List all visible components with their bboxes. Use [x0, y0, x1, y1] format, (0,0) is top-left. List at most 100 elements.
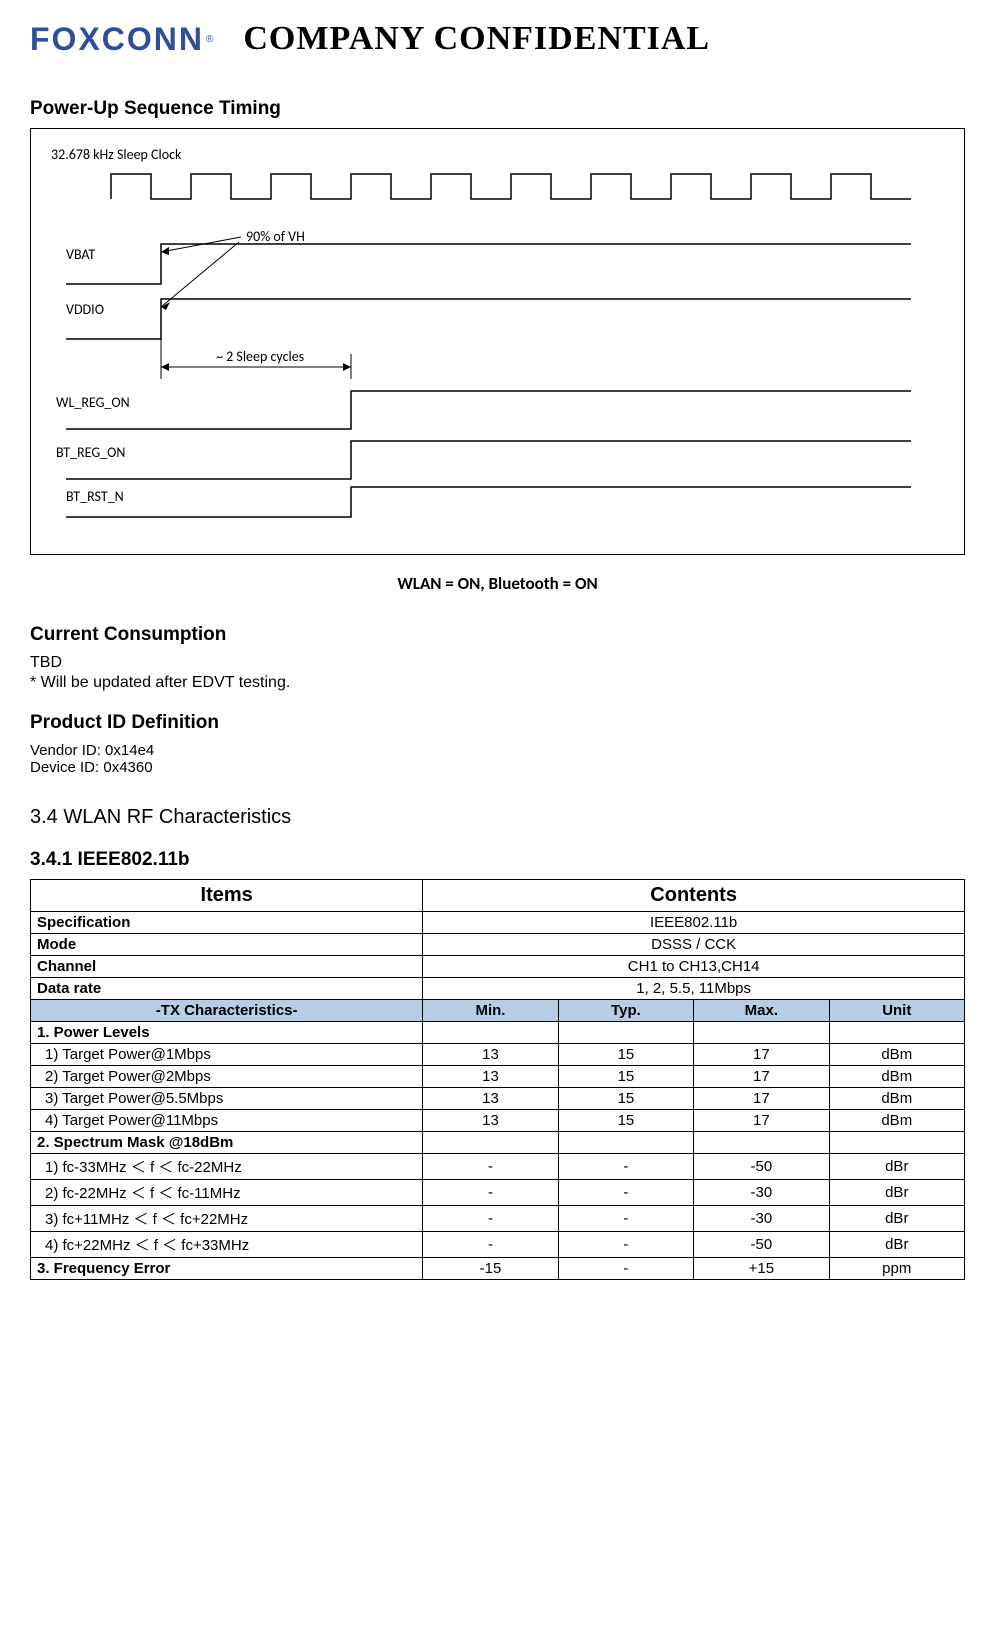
row-min: -: [423, 1232, 558, 1258]
table-group-heading: 1. Power Levels: [31, 1022, 965, 1044]
dim-sleep-leftarrow: [161, 363, 169, 371]
cell-value: CH1 to CH13,CH14: [423, 956, 965, 978]
cell-label: Channel: [31, 956, 423, 978]
btreg-wave: [66, 441, 911, 479]
vddio-wave: [66, 299, 911, 339]
tx-header-min: Min.: [423, 1000, 558, 1022]
table-row: Mode DSSS / CCK: [31, 934, 965, 956]
cell-label: Mode: [31, 934, 423, 956]
row-label: 1) Target Power@1Mbps: [31, 1044, 423, 1066]
wlreg-label: WL_REG_ON: [56, 394, 130, 411]
tx-header-label: -TX Characteristics-: [31, 1000, 423, 1022]
tx-header-row: -TX Characteristics- Min. Typ. Max. Unit: [31, 1000, 965, 1022]
row-label: 3) Target Power@5.5Mbps: [31, 1088, 423, 1110]
row-unit: dBm: [829, 1088, 964, 1110]
table-row: 4) fc+22MHz ＜ f ＜ fc+33MHz - - -50 dBr: [31, 1232, 965, 1258]
row-max: 17: [694, 1044, 829, 1066]
row-min: -: [423, 1180, 558, 1206]
table-group-heading: 2. Spectrum Mask @18dBm: [31, 1132, 965, 1154]
row-max: 17: [694, 1110, 829, 1132]
row-unit: dBr: [829, 1232, 964, 1258]
vddio-label: VDDIO: [66, 301, 104, 318]
row-unit: dBr: [829, 1154, 964, 1180]
row-typ: 15: [558, 1088, 693, 1110]
row-typ: -: [558, 1258, 693, 1280]
cell-value: IEEE802.11b: [423, 912, 965, 934]
current-note: * Will be updated after EDVT testing.: [30, 674, 965, 692]
row-min: 13: [423, 1110, 558, 1132]
table-row: 3. Frequency Error -15 - +15 ppm: [31, 1258, 965, 1280]
btrst-wave: [66, 487, 911, 517]
diagram-caption: WLAN = ON, Bluetooth = ON: [30, 573, 965, 594]
row-typ: 15: [558, 1044, 693, 1066]
row-typ: 15: [558, 1066, 693, 1088]
table-row: 1) fc-33MHz ＜ f ＜ fc-22MHz - - -50 dBr: [31, 1154, 965, 1180]
row-unit: dBm: [829, 1066, 964, 1088]
table-row: 3) fc+11MHz ＜ f ＜ fc+22MHz - - -30 dBr: [31, 1206, 965, 1232]
tx-header-typ: Typ.: [558, 1000, 693, 1022]
table-row: 1) Target Power@1Mbps 13 15 17 dBm: [31, 1044, 965, 1066]
table-row: Data rate 1, 2, 5.5, 11Mbps: [31, 978, 965, 1000]
section-powerup-title: Power-Up Sequence Timing: [30, 98, 965, 120]
row-unit: dBm: [829, 1044, 964, 1066]
tx-header-unit: Unit: [829, 1000, 964, 1022]
row-max: -50: [694, 1154, 829, 1180]
note-sleep: ~ 2 Sleep cycles: [216, 348, 304, 365]
table-row: 2) fc-22MHz ＜ f ＜ fc-11MHz - - -30 dBr: [31, 1180, 965, 1206]
row-label: 4) fc+22MHz ＜ f ＜ fc+33MHz: [31, 1232, 423, 1258]
vbat-wave: [66, 244, 911, 284]
btreg-label: BT_REG_ON: [56, 444, 125, 461]
row-min: 13: [423, 1066, 558, 1088]
section-product-title: Product ID Definition: [30, 712, 965, 734]
row-max: 17: [694, 1088, 829, 1110]
timing-diagram-svg: 32.678 kHz Sleep Clock VBAT 90% of VH VD…: [51, 139, 931, 519]
row-typ: -: [558, 1232, 693, 1258]
vendor-id: Vendor ID: 0x14e4: [30, 742, 965, 759]
cell-value: DSSS / CCK: [423, 934, 965, 956]
confidential-title: COMPANY CONFIDENTIAL: [243, 20, 710, 58]
row-unit: dBr: [829, 1180, 964, 1206]
section-rf-title: 3.4 WLAN RF Characteristics: [30, 806, 965, 829]
page-header: FOXCONN ® COMPANY CONFIDENTIAL: [30, 20, 965, 58]
cell-label: Data rate: [31, 978, 423, 1000]
wlreg-wave: [66, 391, 911, 429]
clock-label: 32.678 kHz Sleep Clock: [51, 146, 182, 163]
table-header-row: Items Contents: [31, 880, 965, 912]
table-row: 4) Target Power@11Mbps 13 15 17 dBm: [31, 1110, 965, 1132]
logo-text: FOXCONN: [30, 21, 204, 58]
row-max: -50: [694, 1232, 829, 1258]
foxconn-logo: FOXCONN ®: [30, 21, 213, 58]
row-label: 2) Target Power@2Mbps: [31, 1066, 423, 1088]
btrst-label: BT_RST_N: [66, 488, 124, 505]
row-label: 1) fc-33MHz ＜ f ＜ fc-22MHz: [31, 1154, 423, 1180]
group-heading: 1. Power Levels: [31, 1022, 423, 1044]
table-row: 3) Target Power@5.5Mbps 13 15 17 dBm: [31, 1088, 965, 1110]
row-unit: dBm: [829, 1110, 964, 1132]
row-typ: -: [558, 1180, 693, 1206]
hdr-contents: Contents: [423, 880, 965, 912]
group-heading: 2. Spectrum Mask @18dBm: [31, 1132, 423, 1154]
row-min: -15: [423, 1258, 558, 1280]
vbat-label: VBAT: [66, 246, 95, 263]
row-min: 13: [423, 1044, 558, 1066]
hdr-items: Items: [31, 880, 423, 912]
row-max: -30: [694, 1180, 829, 1206]
row-label: 2) fc-22MHz ＜ f ＜ fc-11MHz: [31, 1180, 423, 1206]
row-unit: dBr: [829, 1206, 964, 1232]
spec-table: Items Contents Specification IEEE802.11b…: [30, 879, 965, 1280]
arrow-vddio-90vh: [161, 242, 239, 307]
row-max: +15: [694, 1258, 829, 1280]
row-label: 4) Target Power@11Mbps: [31, 1110, 423, 1132]
logo-registered-mark: ®: [206, 34, 213, 45]
table-row: 2) Target Power@2Mbps 13 15 17 dBm: [31, 1066, 965, 1088]
row-label: 3) fc+11MHz ＜ f ＜ fc+22MHz: [31, 1206, 423, 1232]
note-90vh: 90% of VH: [246, 228, 305, 245]
row-max: -30: [694, 1206, 829, 1232]
clock-wave: [111, 174, 911, 199]
row-max: 17: [694, 1066, 829, 1088]
row-min: -: [423, 1154, 558, 1180]
row-typ: 15: [558, 1110, 693, 1132]
row-label: 3. Frequency Error: [31, 1258, 423, 1280]
dim-sleep-rightarrow: [343, 363, 351, 371]
cell-value: 1, 2, 5.5, 11Mbps: [423, 978, 965, 1000]
